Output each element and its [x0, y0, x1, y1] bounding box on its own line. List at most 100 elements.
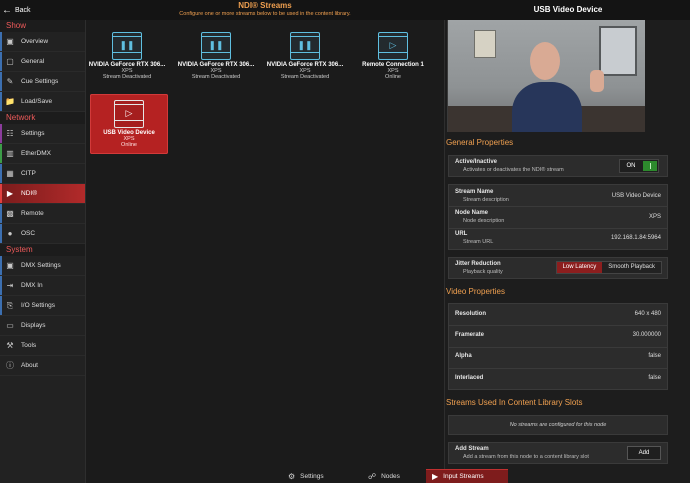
overview-icon: ▣ [6, 37, 14, 46]
page-subtitle: Configure one or more streams below to b… [179, 11, 351, 17]
active-toggle[interactable]: ON [619, 159, 659, 173]
back-label: Back [15, 6, 31, 14]
sidebar-edge-marker [0, 204, 2, 223]
streams-grid: ❚❚ NVIDIA GeForce RTX 306... XPS Stream … [86, 20, 444, 483]
sidebar-edge-marker [0, 52, 2, 71]
sidebar-item-osc[interactable]: ● OSC [0, 224, 85, 244]
panel-title: USB Video Device [533, 5, 603, 14]
back-button[interactable]: ← Back [2, 3, 31, 17]
active-label: Active/Inactive [455, 159, 498, 165]
properties-panel [444, 20, 690, 483]
ndi-icon: ▶ [6, 189, 14, 198]
sidebar-item-general[interactable]: ▢ General [0, 52, 85, 72]
video-preview [447, 20, 645, 132]
sidebar-section-show: Show [0, 20, 85, 32]
sidebar-item-label: Overview [21, 38, 49, 45]
sidebar-item-label: Displays [21, 322, 46, 329]
sidebar-item-remote[interactable]: ▩ Remote [0, 204, 85, 224]
sidebar: Show ▣ Overview ▢ General ✎ Cue Settings… [0, 20, 85, 483]
folder-icon: 📁 [5, 97, 15, 106]
sidebar-edge-marker [0, 72, 2, 91]
low-latency-option[interactable]: Low Latency [556, 262, 603, 273]
url-value: 192.168.1.84:5964 [610, 235, 661, 241]
stream-tile[interactable]: ❚❚ NVIDIA GeForce RTX 306... XPS Stream … [266, 26, 344, 86]
node-name-value: XPS [648, 214, 661, 220]
active-sub: Activates or deactivates the NDI® stream [463, 167, 564, 173]
jitter-segmented-control: Low Latency Smooth Playback [555, 261, 662, 274]
sidebar-item-label: Settings [21, 130, 45, 137]
sidebar-item-tools[interactable]: ⚒ Tools [0, 336, 85, 356]
sidebar-item-dmx-in[interactable]: ⇥ DMX In [0, 276, 85, 296]
etherdmx-icon: ▥ [6, 149, 14, 158]
stream-tile[interactable]: ❚❚ NVIDIA GeForce RTX 306... XPS Stream … [177, 26, 255, 86]
play-icon: ▷ [378, 32, 408, 60]
page-title: NDI® Streams [238, 1, 292, 10]
stream-name-sub: Stream description [463, 197, 509, 203]
stream-tile[interactable]: ▷ Remote Connection 1 XPS Online [354, 26, 432, 86]
sidebar-item-overview[interactable]: ▣ Overview [0, 32, 85, 52]
tab-settings[interactable]: ⚙ Settings [282, 469, 330, 483]
framerate-value: 30.000000 [632, 332, 661, 338]
sidebar-edge-marker [0, 276, 2, 295]
back-arrow-icon: ← [2, 4, 12, 16]
tab-input-streams[interactable]: ▶ Input Streams [426, 469, 508, 483]
sidebar-item-label: I/O Settings [21, 302, 55, 309]
tab-nodes[interactable]: ☍ Nodes [362, 469, 406, 483]
sidebar-item-io-settings[interactable]: ⎘ I/O Settings [0, 296, 85, 316]
alpha-value: false [648, 353, 661, 359]
interlaced-label: Interlaced [455, 375, 484, 381]
sidebar-item-label: OSC [21, 230, 36, 237]
sidebar-item-label: DMX Settings [21, 262, 61, 269]
sidebar-edge-marker [0, 256, 2, 275]
pause-icon: ❚❚ [112, 32, 142, 60]
tab-label: Input Streams [443, 473, 484, 480]
dmx-settings-icon: ▣ [6, 261, 14, 270]
toggle-knob [643, 161, 657, 171]
sidebar-item-label: DMX In [21, 282, 43, 289]
sidebar-item-dmx-settings[interactable]: ▣ DMX Settings [0, 256, 85, 276]
jitter-row: Jitter Reduction Playback quality Low La… [448, 257, 668, 279]
tools-icon: ⚒ [6, 341, 14, 350]
sidebar-item-network-settings[interactable]: ☷ Settings [0, 124, 85, 144]
sidebar-item-label: Tools [21, 342, 37, 349]
sidebar-item-ndi[interactable]: ▶ NDI® [0, 184, 85, 204]
sidebar-edge-marker [0, 144, 2, 163]
slots-title: Streams Used In Content Library Slots [446, 398, 583, 407]
sidebar-edge-marker [0, 92, 2, 111]
sidebar-item-etherdmx[interactable]: ▥ EtherDMX [0, 144, 85, 164]
sidebar-item-label: CITP [21, 170, 36, 177]
sidebar-item-label: About [21, 362, 38, 369]
stream-tile[interactable]: ❚❚ NVIDIA GeForce RTX 306... XPS Stream … [88, 26, 166, 86]
stream-status: Stream Deactivated [280, 74, 330, 80]
displays-icon: ▭ [6, 321, 14, 330]
sidebar-item-displays[interactable]: ▭ Displays [0, 316, 85, 336]
stream-status: Online [121, 142, 137, 148]
dmx-in-icon: ⇥ [6, 281, 14, 290]
sidebar-item-load-save[interactable]: 📁 Load/Save [0, 92, 85, 112]
sidebar-item-label: EtherDMX [21, 150, 51, 157]
active-inactive-row: Active/Inactive Activates or deactivates… [448, 155, 668, 177]
add-button[interactable]: Add [627, 446, 661, 460]
smooth-playback-option[interactable]: Smooth Playback [602, 262, 661, 273]
stream-tile-selected[interactable]: ▷ USB Video Device XPS Online [90, 94, 168, 154]
url-label: URL [455, 231, 468, 237]
sidebar-item-label: General [21, 58, 45, 65]
node-name-sub: Node description [463, 218, 505, 224]
sidebar-edge-marker [0, 224, 2, 243]
sidebar-item-citp[interactable]: ▦ CITP [0, 164, 85, 184]
stream-info-box: Stream Name Stream description USB Video… [448, 184, 668, 250]
page-header: NDI® Streams Configure one or more strea… [85, 1, 445, 17]
stream-status: Stream Deactivated [191, 74, 241, 80]
top-bar: ← Back NDI® Streams Configure one or mor… [0, 0, 690, 20]
sidebar-item-cue-settings[interactable]: ✎ Cue Settings [0, 72, 85, 92]
input-streams-icon: ▶ [432, 472, 439, 481]
sidebar-item-label: Load/Save [21, 98, 53, 105]
add-stream-label: Add Stream [455, 446, 489, 452]
nodes-icon: ☍ [368, 471, 377, 481]
pause-icon: ❚❚ [290, 32, 320, 60]
interlaced-value: false [648, 375, 661, 381]
add-stream-sub: Add a stream from this node to a content… [463, 454, 589, 460]
sidebar-section-network: Network [0, 112, 85, 124]
resolution-value: 640 x 480 [634, 311, 661, 317]
sidebar-item-about[interactable]: ⓘ About [0, 356, 85, 376]
